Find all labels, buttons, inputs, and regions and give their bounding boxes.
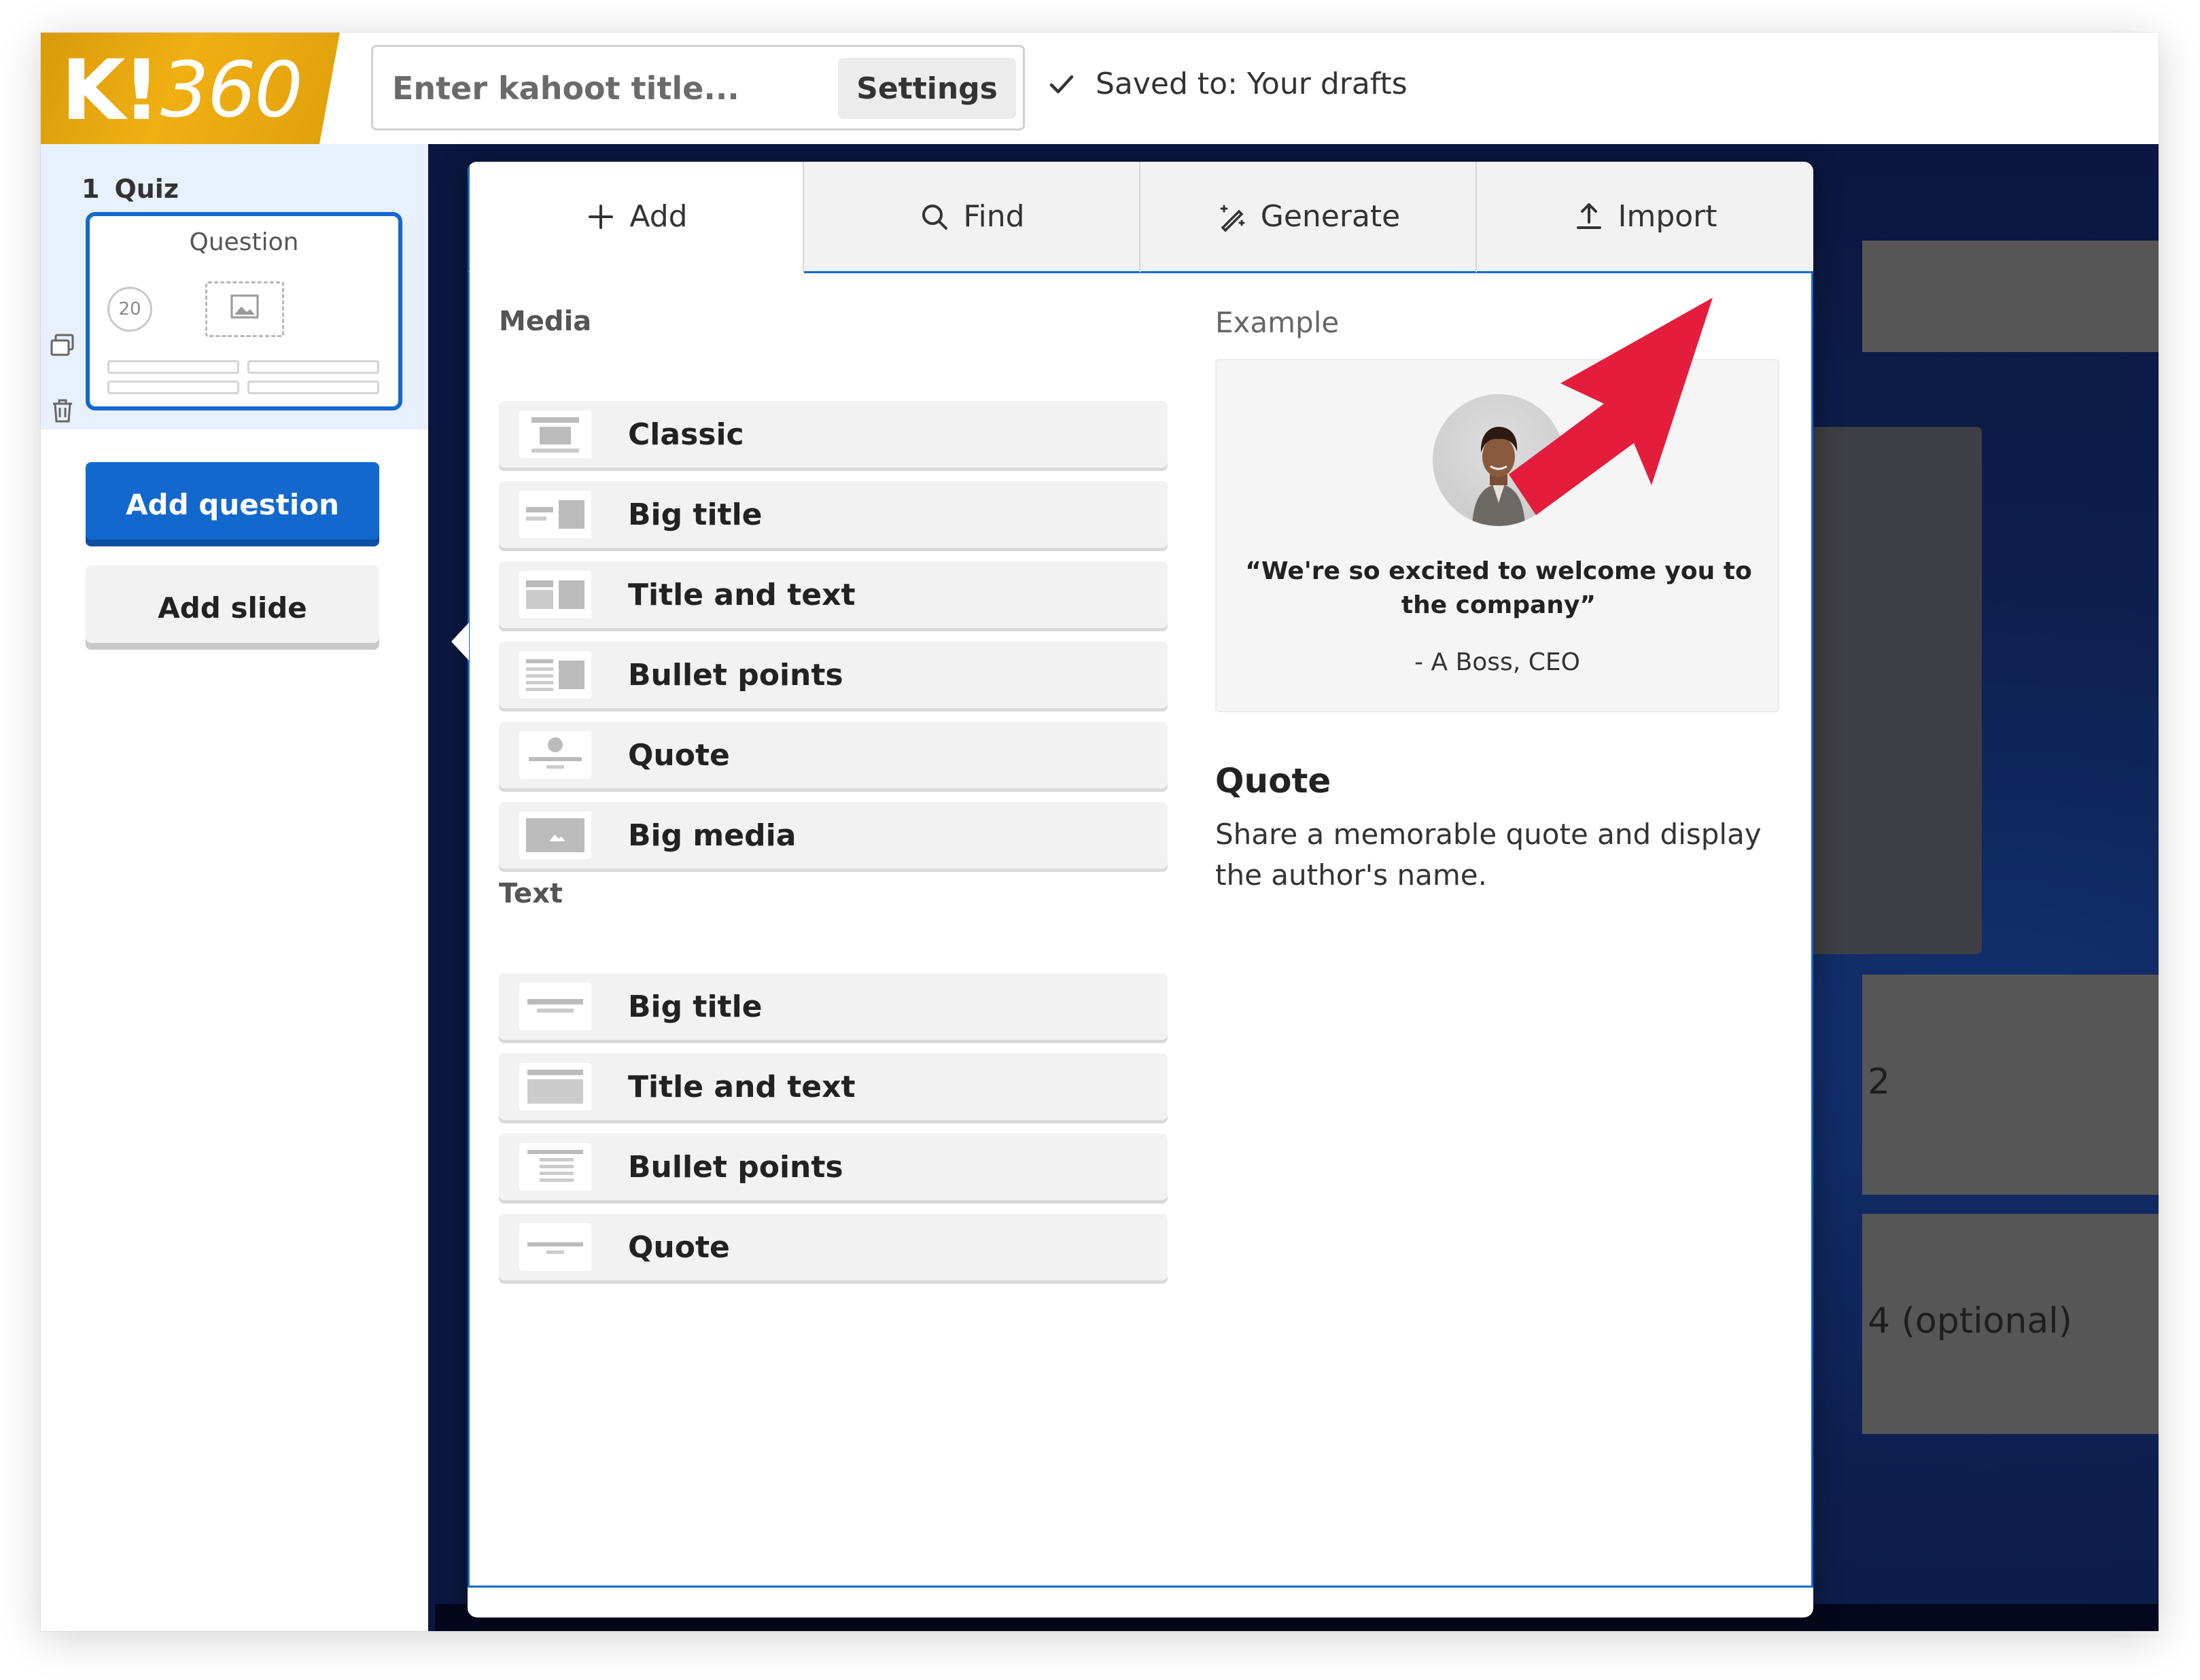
layout-media-quote[interactable]: Quote	[499, 722, 1168, 788]
layout-media-bullet-points[interactable]: Bullet points	[499, 642, 1168, 708]
check-icon	[1049, 75, 1074, 93]
add-question-button[interactable]: Add question	[86, 462, 379, 546]
layout-big-media-icon	[519, 811, 591, 859]
duplicate-icon[interactable]	[49, 332, 76, 359]
layout-label: Title and text	[628, 577, 856, 612]
slide-type: Quiz	[114, 174, 179, 204]
layout-text-bullets-icon	[519, 1143, 591, 1191]
add-slide-button[interactable]: Add slide	[86, 565, 379, 650]
example-description: Share a memorable quote and display the …	[1215, 818, 1762, 892]
thumbnail-answer-bar	[247, 360, 379, 374]
layout-title-text-icon	[519, 571, 591, 618]
canvas-answer-card: 4 (optional)	[1862, 1214, 2159, 1434]
canvas-question-card	[1862, 241, 2159, 352]
layout-bullets-icon	[519, 651, 591, 699]
example-title: Quote	[1215, 761, 1331, 801]
layout-text-title-text[interactable]: Title and text	[499, 1053, 1168, 1120]
plus-icon	[589, 204, 614, 229]
layout-media-classic[interactable]: Classic	[499, 401, 1168, 468]
slide-label: 1 Quiz	[82, 174, 179, 204]
kahoot-360-logo[interactable]: K! 360	[41, 33, 340, 144]
canvas-media-area	[1798, 427, 1982, 954]
text-section-label: Text	[499, 878, 563, 909]
layout-label: Big title	[628, 497, 763, 532]
example-label: Example	[1215, 306, 1340, 339]
layout-label: Quote	[628, 1229, 730, 1265]
layout-text-big-title-icon	[519, 983, 591, 1030]
modal-tabs: Add Find Generate Import	[468, 162, 1813, 273]
layout-label: Classic	[628, 417, 744, 452]
top-bar: K! 360 Settings Saved to: Your drafts	[41, 33, 2159, 144]
slide-sidebar: 1 Quiz Question 20 Add question Add slid…	[41, 144, 428, 1631]
layout-text-title-text-icon	[519, 1063, 591, 1110]
canvas-answer-4: 4 (optional)	[1868, 1301, 2072, 1342]
media-section-label: Media	[499, 306, 592, 337]
example-quote-author: - A Boss, CEO	[1414, 648, 1580, 676]
layout-media-big-title[interactable]: Big title	[499, 481, 1168, 548]
thumbnail-answer-bar	[107, 381, 239, 394]
image-icon	[230, 294, 259, 319]
layout-text-bullet-points[interactable]: Bullet points	[499, 1134, 1168, 1200]
tab-generate-label: Generate	[1260, 199, 1401, 234]
layout-media-title-text[interactable]: Title and text	[499, 561, 1168, 628]
layout-label: Big media	[628, 818, 797, 853]
layout-quote-icon	[519, 731, 591, 779]
modal-pointer-caret	[451, 623, 469, 661]
logo-k-mark: K!	[61, 42, 160, 139]
layout-label: Title and text	[628, 1069, 856, 1104]
layout-label: Big title	[628, 989, 763, 1024]
thumbnail-timer: 20	[107, 287, 152, 332]
layout-text-quote-icon	[519, 1223, 591, 1271]
tab-generate[interactable]: Generate	[1140, 162, 1477, 273]
magic-wand-icon	[1220, 205, 1245, 232]
canvas-answer-card: 2	[1862, 975, 2159, 1195]
canvas-answer-2: 2	[1868, 1062, 1891, 1102]
tab-import[interactable]: Import	[1477, 162, 1813, 273]
thumbnail-title: Question	[189, 228, 299, 256]
tab-find[interactable]: Find	[804, 162, 1140, 273]
app-window: K! 360 Settings Saved to: Your drafts 1 …	[41, 33, 2159, 1631]
layout-label: Quote	[628, 737, 730, 773]
kahoot-title-box: Settings	[371, 45, 1025, 130]
layout-label: Bullet points	[628, 657, 843, 693]
tab-import-label: Import	[1618, 199, 1717, 234]
slide-number: 1	[82, 174, 100, 204]
layout-text-big-title[interactable]: Big title	[499, 973, 1168, 1040]
tab-add-label: Add	[629, 199, 688, 234]
layout-text-quote[interactable]: Quote	[499, 1214, 1168, 1280]
logo-360-mark: 360	[160, 46, 303, 135]
tab-find-label: Find	[963, 199, 1025, 234]
trash-icon[interactable]	[49, 397, 76, 424]
layout-classic-icon	[519, 410, 591, 458]
thumbnail-answer-bar	[107, 360, 239, 374]
slide-thumbnail[interactable]: Question 20	[86, 212, 402, 410]
thumbnail-answer-bar	[247, 381, 379, 394]
annotation-arrow-icon	[1509, 298, 1713, 515]
example-quote-text: “We're so excited to welcome you to the …	[1245, 557, 1752, 619]
settings-button[interactable]: Settings	[838, 58, 1016, 119]
thumbnail-image-placeholder	[205, 281, 284, 337]
upload-icon	[1577, 203, 1602, 229]
save-status-text: Saved to: Your drafts	[1096, 67, 1408, 101]
layout-media-big-media[interactable]: Big media	[499, 802, 1168, 869]
search-icon	[922, 204, 948, 230]
layout-label: Bullet points	[628, 1149, 843, 1185]
tab-add[interactable]: Add	[468, 162, 804, 273]
kahoot-title-input[interactable]	[392, 60, 800, 116]
layout-big-title-icon	[519, 491, 591, 538]
save-status: Saved to: Your drafts	[1048, 67, 1408, 101]
